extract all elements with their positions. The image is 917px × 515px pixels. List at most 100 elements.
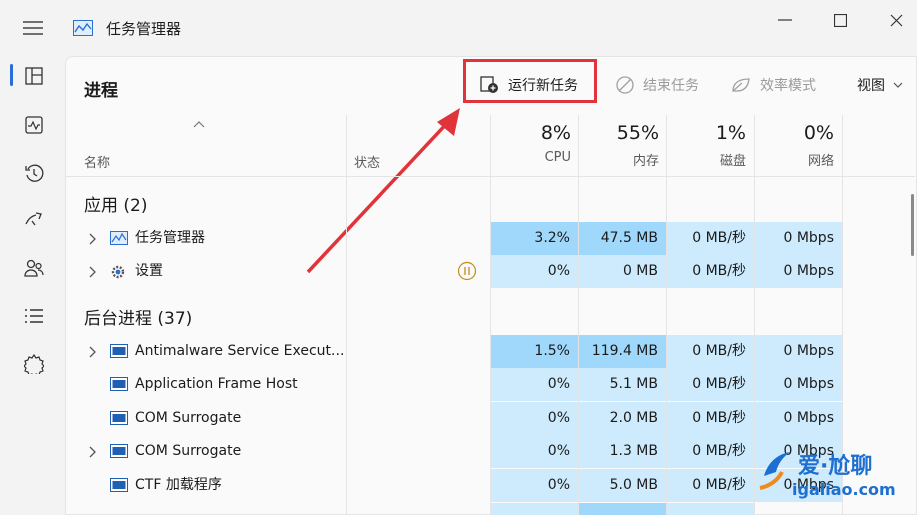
window-title: 任务管理器: [106, 20, 182, 38]
network-label: 网络: [807, 154, 834, 169]
table-row[interactable]: 任务管理器 3.2% 47.5 MB 0 MB/秒 0 Mbps: [66, 222, 916, 255]
chevron-down-icon: [893, 82, 903, 88]
memory-value: 2.0 MB: [609, 410, 658, 426]
memory-cell: 0 MB: [579, 255, 666, 288]
disk-value: 0 MB/秒: [692, 263, 746, 279]
service-window-icon: [110, 377, 128, 391]
partial-row-cell: [667, 503, 754, 515]
network-cell: 0 Mbps: [755, 402, 842, 435]
view-button[interactable]: 视图: [857, 68, 903, 102]
efficiency-mode-label: 效率模式: [760, 78, 816, 94]
annotation-highlight-box: [463, 59, 597, 103]
chevron-right-icon: [89, 346, 96, 358]
cpu-value: 1.5%: [534, 343, 570, 359]
memory-value: 5.1 MB: [609, 376, 658, 392]
vertical-scrollbar[interactable]: [911, 194, 914, 256]
process-name: Application Frame Host: [135, 376, 298, 392]
close-button[interactable]: [881, 8, 911, 32]
service-window-icon: [110, 411, 128, 425]
table-row[interactable]: Antimalware Service Execut... 1.5% 119.4…: [66, 335, 916, 368]
view-label: 视图: [857, 78, 885, 94]
cpu-cell: 0%: [491, 368, 578, 401]
memory-cell: 47.5 MB: [579, 222, 666, 255]
process-name: COM Surrogate: [135, 410, 242, 426]
rail-details-icon[interactable]: [20, 302, 48, 330]
service-window-icon: [110, 444, 128, 458]
disk-cell: 0 MB/秒: [667, 255, 754, 288]
disk-value: 0 MB/秒: [692, 230, 746, 246]
efficiency-mode-button[interactable]: 效率模式: [730, 68, 816, 102]
rail-users-icon[interactable]: [20, 254, 48, 282]
process-name: CTF 加载程序: [135, 477, 222, 493]
table-row[interactable]: Application Frame Host 0% 5.1 MB 0 MB/秒 …: [66, 368, 916, 401]
memory-cell: 1.3 MB: [579, 435, 666, 468]
rail-processes-icon[interactable]: [20, 62, 48, 90]
network-cell: 0 Mbps: [755, 255, 842, 288]
disk-cell: 0 MB/秒: [667, 368, 754, 401]
table-row[interactable]: COM Surrogate 0% 2.0 MB 0 MB/秒 0 Mbps: [66, 402, 916, 435]
rail-startup-apps-icon[interactable]: [20, 205, 48, 233]
cpu-label: CPU: [544, 150, 571, 165]
disk-cell: 0 MB/秒: [667, 222, 754, 255]
rail-services-icon[interactable]: [20, 350, 48, 378]
disk-total-pct: 1%: [715, 122, 746, 144]
table-row[interactable]: 设置 0% 0 MB 0 MB/秒 0 Mbps: [66, 255, 916, 288]
column-name-header[interactable]: 名称: [84, 152, 110, 171]
process-name: 任务管理器: [135, 230, 205, 246]
column-memory-header[interactable]: 55% 内存: [579, 122, 659, 169]
network-value: 0 Mbps: [783, 343, 834, 359]
disk-value: 0 MB/秒: [692, 477, 746, 493]
memory-value: 119.4 MB: [591, 343, 658, 359]
end-task-button[interactable]: 结束任务: [615, 68, 699, 102]
cpu-total-pct: 8%: [540, 122, 571, 144]
disk-cell: 0 MB/秒: [667, 469, 754, 502]
task-manager-app-icon: [73, 20, 93, 36]
memory-cell: 119.4 MB: [579, 335, 666, 368]
disk-label: 磁盘: [719, 154, 746, 169]
memory-label: 内存: [632, 154, 659, 169]
service-window-icon: [110, 344, 128, 358]
cpu-cell: 0%: [491, 402, 578, 435]
rail-app-history-icon[interactable]: [20, 159, 48, 187]
column-status-header[interactable]: 状态: [354, 152, 380, 171]
network-value: 0 Mbps: [783, 263, 834, 279]
rail-performance-icon[interactable]: [20, 111, 48, 139]
cpu-value: 0%: [547, 410, 570, 426]
column-network-header[interactable]: 0% 网络: [754, 122, 834, 169]
memory-value: 0 MB: [622, 263, 658, 279]
process-name: COM Surrogate: [135, 443, 242, 459]
cpu-cell: 3.2%: [491, 222, 578, 255]
minimize-icon: [778, 19, 792, 21]
minimize-button[interactable]: [770, 8, 800, 32]
memory-cell: 2.0 MB: [579, 402, 666, 435]
group-background-title: 后台进程 (37): [84, 309, 193, 329]
rail-active-indicator: [10, 64, 13, 86]
disk-cell: 0 MB/秒: [667, 435, 754, 468]
maximize-icon: [833, 13, 847, 27]
watermark-domain: igaliao.com: [792, 480, 896, 499]
memory-value: 1.3 MB: [609, 443, 658, 459]
hamburger-menu-icon[interactable]: [22, 20, 44, 36]
chevron-right-icon: [89, 266, 96, 278]
cpu-value: 0%: [547, 477, 570, 493]
chevron-right-icon: [89, 446, 96, 458]
sort-up-icon[interactable]: [193, 120, 205, 128]
end-task-icon: [616, 76, 634, 94]
partial-row-cell: [579, 503, 666, 515]
disk-value: 0 MB/秒: [692, 410, 746, 426]
watermark-logo-icon: [759, 452, 790, 490]
chevron-right-icon: [89, 233, 96, 245]
maximize-button[interactable]: [825, 8, 855, 32]
group-apps-title: 应用 (2): [84, 196, 148, 216]
task-manager-icon: [110, 231, 128, 245]
column-cpu-header[interactable]: 8% CPU: [491, 122, 571, 165]
cpu-cell: 0%: [491, 255, 578, 288]
cpu-value: 0%: [547, 443, 570, 459]
settings-gear-icon: [111, 265, 125, 279]
memory-cell: 5.1 MB: [579, 368, 666, 401]
column-disk-header[interactable]: 1% 磁盘: [666, 122, 746, 169]
service-window-icon: [110, 478, 128, 492]
partial-row-cell: [491, 503, 578, 515]
watermark: 爱·尬聊 igaliao.com: [748, 440, 917, 515]
memory-cell: 5.0 MB: [579, 469, 666, 502]
